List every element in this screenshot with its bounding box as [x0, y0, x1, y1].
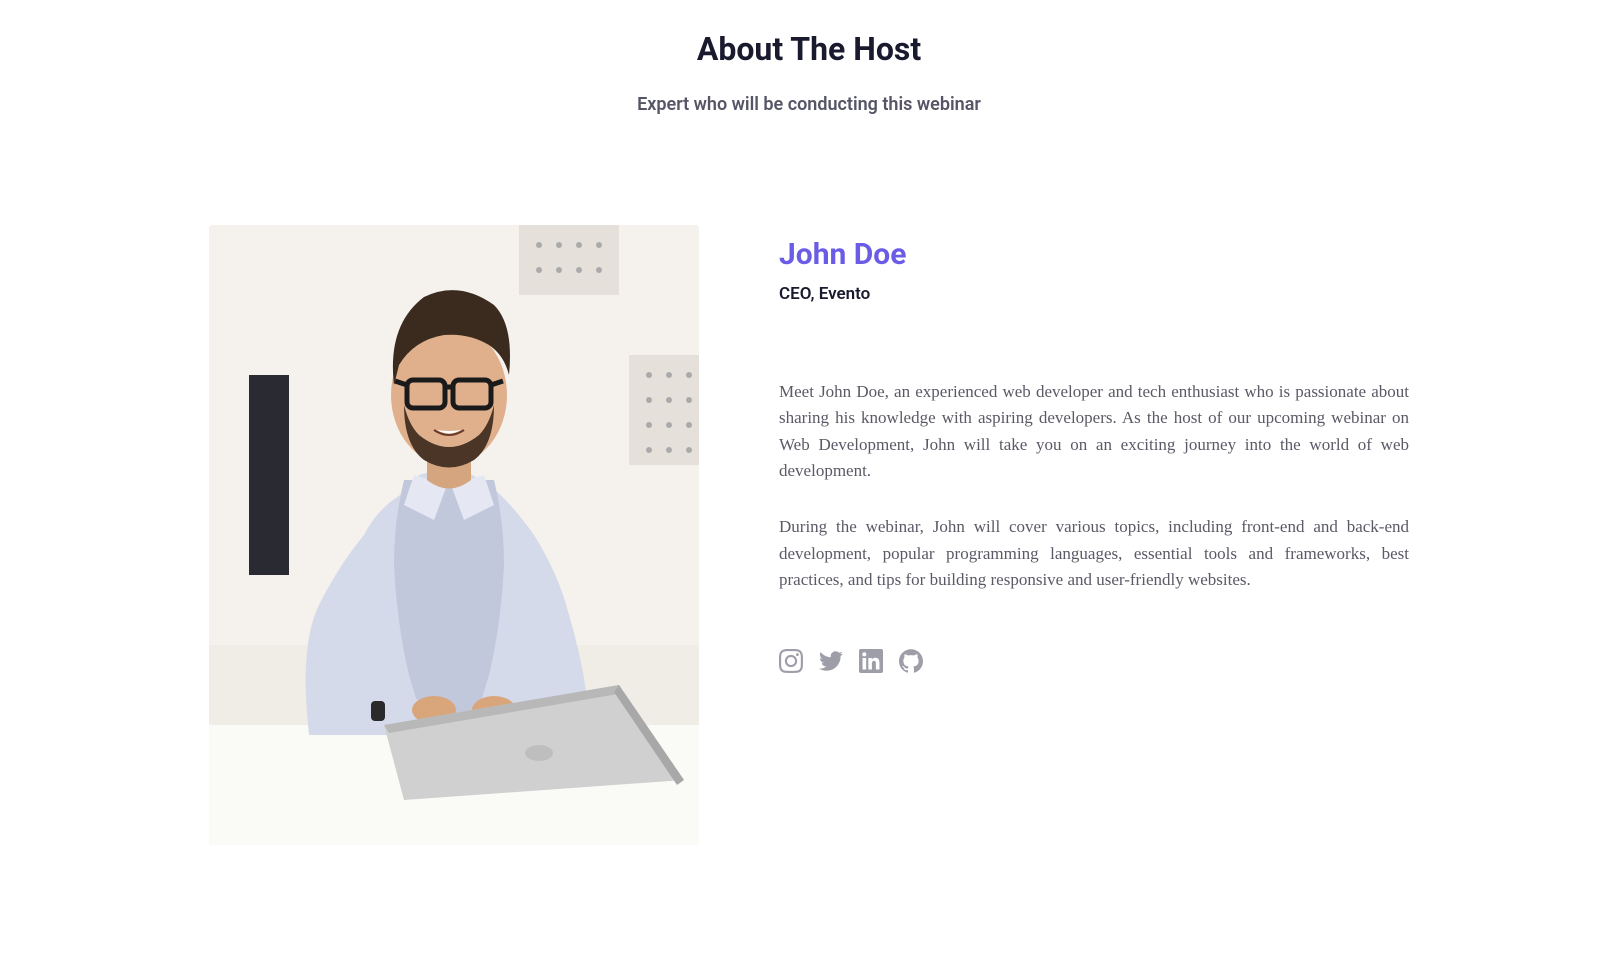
- host-info: John Doe CEO, Evento Meet John Doe, an e…: [779, 225, 1409, 673]
- section-title: About The Host: [209, 30, 1409, 68]
- host-photo: [209, 225, 699, 845]
- social-links: [779, 649, 1409, 673]
- host-bio-paragraph-1: Meet John Doe, an experienced web develo…: [779, 379, 1409, 484]
- twitter-link[interactable]: [819, 649, 843, 673]
- content-row: John Doe CEO, Evento Meet John Doe, an e…: [209, 225, 1409, 845]
- host-title: CEO, Evento: [779, 284, 1409, 304]
- instagram-icon: [779, 649, 803, 673]
- github-link[interactable]: [899, 649, 923, 673]
- section-header: About The Host Expert who will be conduc…: [209, 30, 1409, 115]
- github-icon: [899, 649, 923, 673]
- linkedin-link[interactable]: [859, 649, 883, 673]
- section-subtitle: Expert who will be conducting this webin…: [209, 94, 1409, 115]
- host-name: John Doe: [779, 237, 1409, 272]
- host-bio-paragraph-2: During the webinar, John will cover vari…: [779, 514, 1409, 593]
- twitter-icon: [819, 649, 843, 673]
- linkedin-icon: [859, 649, 883, 673]
- instagram-link[interactable]: [779, 649, 803, 673]
